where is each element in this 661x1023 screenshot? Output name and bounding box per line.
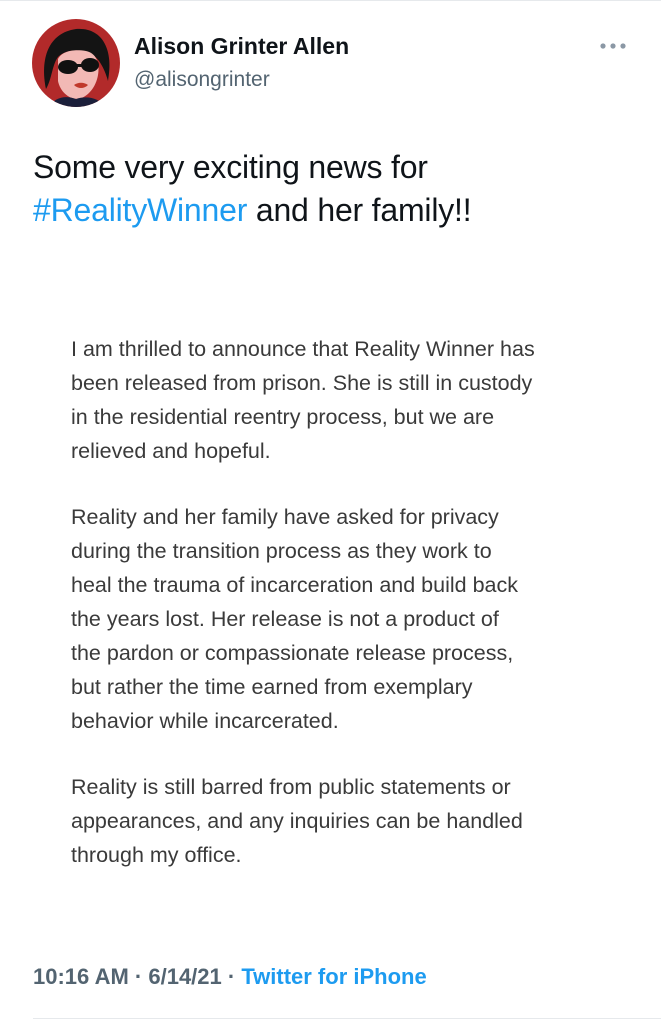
tweet-text: Some very exciting news for #RealityWinn… [33,146,633,232]
avatar[interactable] [32,19,120,107]
statement-paragraph: Reality is still barred from public stat… [71,775,523,867]
bottom-divider [33,1018,661,1019]
statement-paragraph: I am thrilled to announce that Reality W… [71,337,535,463]
attached-statement-image[interactable]: I am thrilled to announce that Reality W… [0,290,661,910]
more-options-button[interactable] [596,36,630,56]
tweet-date[interactable]: 6/14/21 [148,964,221,989]
tweet-time[interactable]: 10:16 AM [33,964,129,989]
tweet-text-start: Some very exciting news for [33,149,428,185]
author-handle[interactable]: @alisongrinter [134,68,270,92]
tweet-metadata: 10:16 AM · 6/14/21 · Twitter for iPhone [33,964,427,990]
cartoon-avatar-icon [32,19,120,107]
tweet-source-link[interactable]: Twitter for iPhone [241,964,426,989]
more-options-icon [600,43,626,49]
meta-separator: · [227,964,236,989]
tweet-text-end: and her family!! [247,192,472,228]
statement-paragraph: Reality and her family have asked for pr… [71,505,518,733]
hashtag-link[interactable]: #RealityWinner [33,192,247,228]
meta-separator: · [134,964,143,989]
author-display-name[interactable]: Alison Grinter Allen [134,33,349,60]
top-divider [0,0,661,1]
